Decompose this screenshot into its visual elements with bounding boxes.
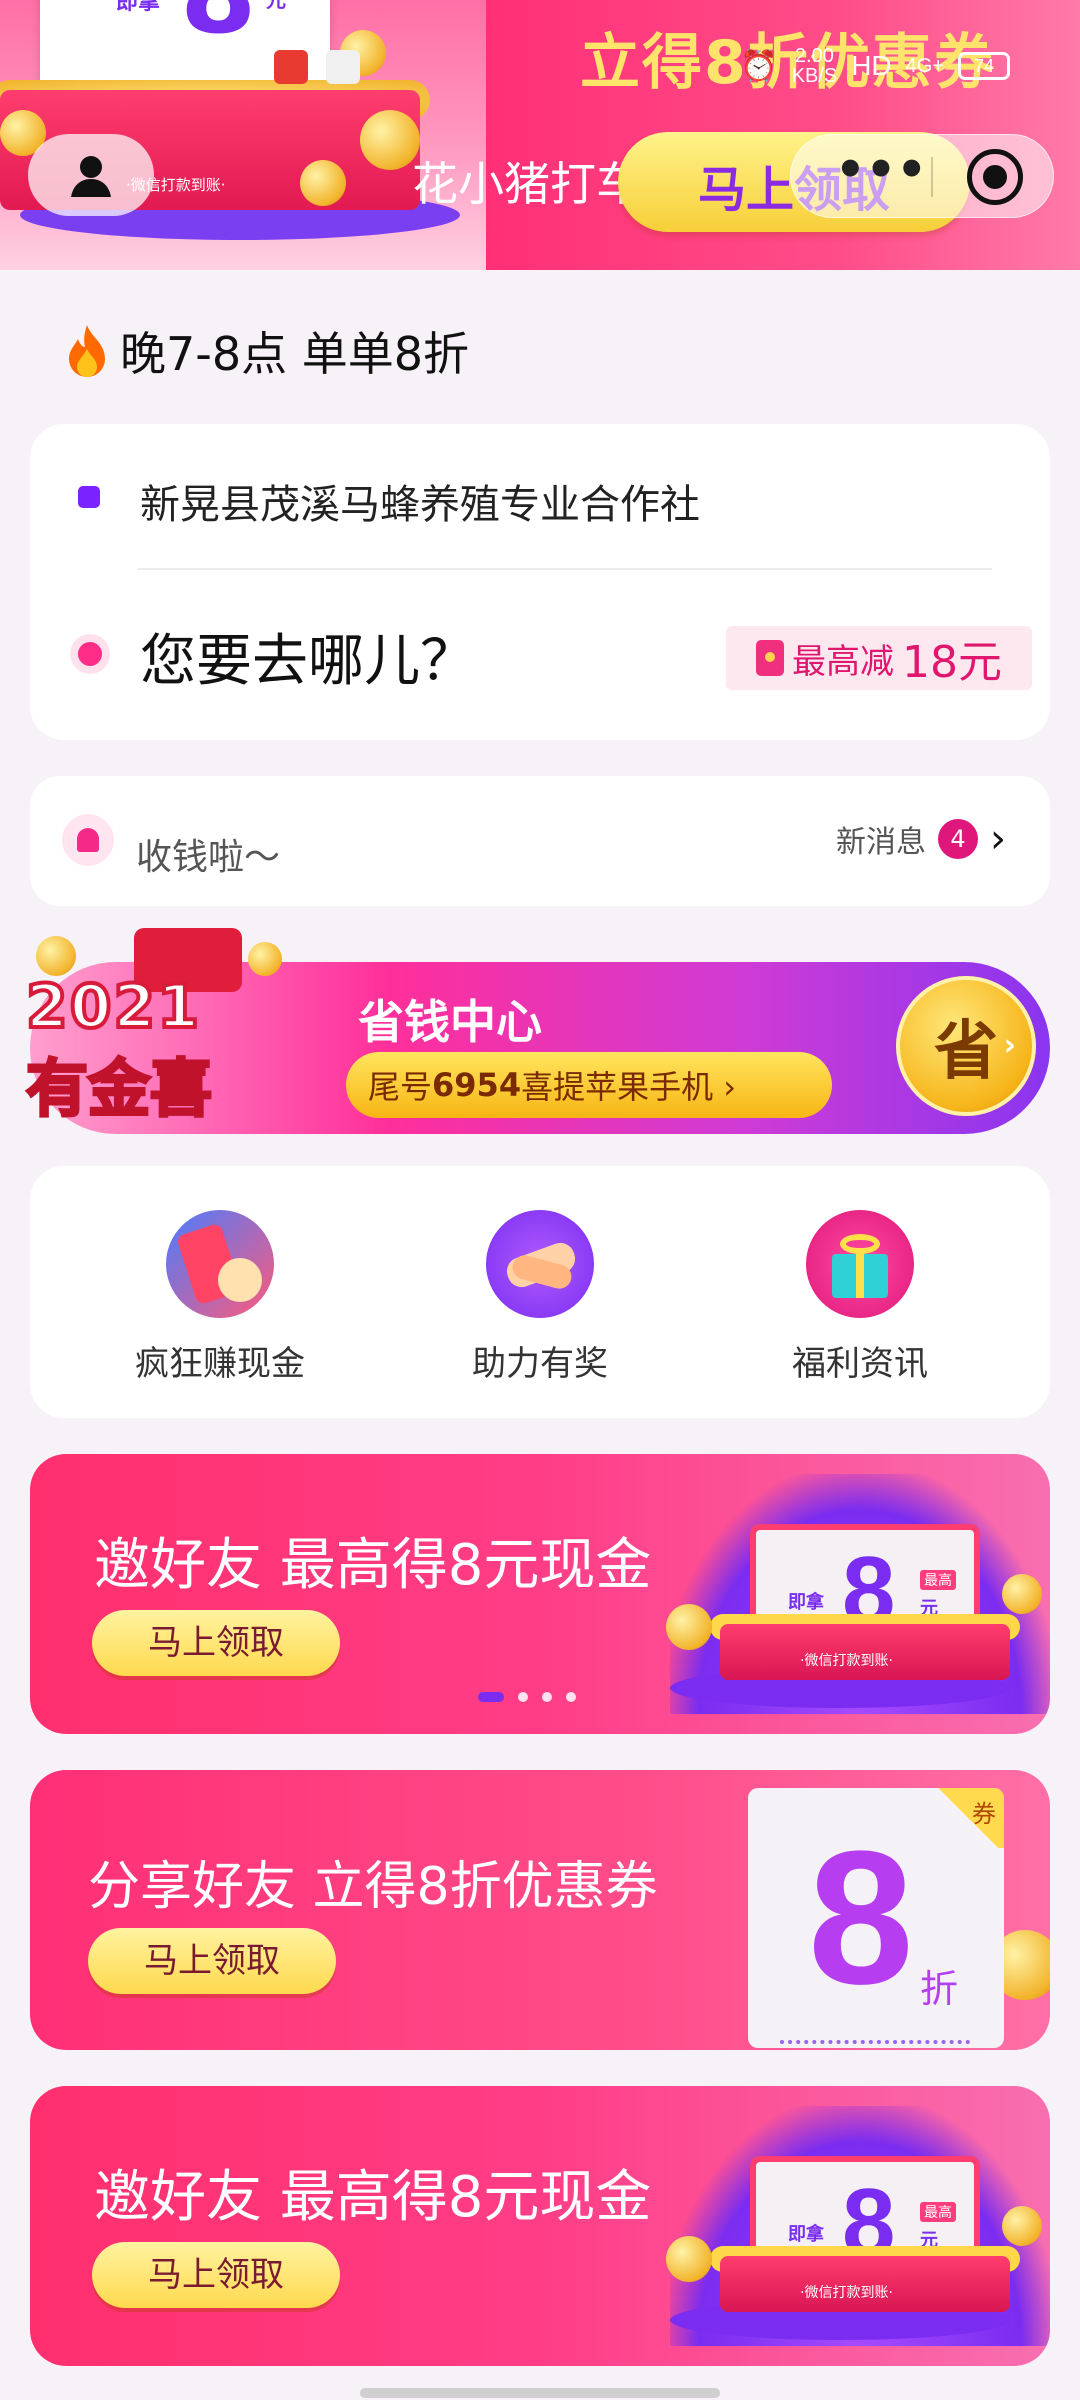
- message-bar[interactable]: 收钱啦～ 新消息 4 ›: [30, 776, 1050, 906]
- banner-button-label: 马上领取: [144, 1941, 280, 1981]
- coin-icon: [248, 942, 282, 976]
- promo-heading-text: 晚7-8点 单单8折: [120, 327, 470, 381]
- location-divider: [138, 568, 992, 570]
- new-messages-label: 新消息: [836, 825, 926, 860]
- coin-icon: [300, 160, 346, 206]
- feature-assist-reward[interactable]: 助力有奖: [390, 1210, 690, 1385]
- message-count-badge: 4: [938, 819, 978, 859]
- banner-button-label: 马上领取: [148, 2255, 284, 2295]
- coin-icon: [1002, 1574, 1042, 1614]
- coin-icon: [666, 2236, 712, 2282]
- status-time: 20:49: [156, 42, 247, 83]
- cash-ticket-icon: [166, 1210, 274, 1318]
- card-prefix: 即拿: [788, 1592, 824, 1613]
- alarm-icon: ⏰: [740, 49, 778, 83]
- handshake-icon: [486, 1210, 594, 1318]
- card-max-tag: 最高: [920, 2202, 956, 2222]
- status-right-cluster: ⏰ 2.00 KB/S HD 4G+ 74: [740, 46, 1010, 86]
- battery-icon: 74: [958, 52, 1010, 80]
- invite-friends-banner-2[interactable]: 邀好友 最高得8元现金 马上领取 即拿 8 最高 元 ·微信打款到账·: [30, 2086, 1050, 2366]
- discount-prefix: 最高减: [792, 641, 894, 682]
- card-sign: ·微信打款到账·: [800, 1653, 893, 1669]
- ticker-number: 6954: [432, 1066, 522, 1104]
- banner-get-button[interactable]: 马上领取: [92, 2242, 340, 2308]
- badge-year: 2021: [24, 970, 201, 1044]
- banner-title: 邀好友 最高得8元现金: [94, 2165, 652, 2230]
- discount-amount: 18元: [902, 637, 1002, 688]
- destination-marker-icon: [78, 642, 102, 666]
- save-coin-button[interactable]: 省 ›: [896, 976, 1036, 1116]
- card-max-tag: 最高: [920, 1570, 956, 1590]
- destination-input[interactable]: 您要去哪儿？: [140, 616, 476, 697]
- location-card: 新晃县茂溪马蜂养殖专业合作社 您要去哪儿？ 最高减 18元: [30, 424, 1050, 740]
- status-bar: 20:49 ⏰ 2.00 KB/S HD 4G+ 74: [0, 0, 1080, 130]
- card-prefix: 即拿: [788, 2224, 824, 2245]
- coin-icon: [666, 1604, 712, 1650]
- notification-icon: [326, 50, 360, 84]
- app-title: 花小猪打车: [412, 157, 642, 211]
- coupon-amount: 8: [808, 1812, 914, 2024]
- carousel-dot-active: [478, 1692, 504, 1702]
- envelope-illustration: 即拿 8 最高 元 ·微信打款到账·: [630, 1454, 1050, 1734]
- feature-label: 疯狂赚现金: [135, 1344, 305, 1384]
- music-app-icon: [274, 50, 308, 84]
- chevron-right-icon: ›: [990, 816, 1006, 862]
- feature-label: 福利资讯: [792, 1344, 928, 1384]
- promo-heading: 晚7-8点 单单8折: [64, 318, 469, 384]
- ticker-prefix: 尾号: [368, 1068, 433, 1106]
- target-icon[interactable]: [967, 149, 1023, 205]
- feature-crazy-cash[interactable]: 疯狂赚现金: [70, 1210, 370, 1385]
- badge-text: 有金喜: [24, 1051, 213, 1127]
- coupon-tag: 券: [932, 1788, 1004, 1848]
- envelope-illustration: 即拿 8 最高 元 ·微信打款到账·: [630, 2086, 1050, 2366]
- banner-get-button[interactable]: 马上领取: [92, 1610, 340, 1676]
- card-sign: ·微信打款到账·: [800, 2285, 893, 2301]
- fire-icon: [69, 325, 105, 377]
- message-text: 收钱啦～: [136, 837, 281, 878]
- savings-ticker[interactable]: 尾号 6954 喜提苹果手机 ›: [346, 1052, 832, 1118]
- coin-icon: [36, 936, 76, 976]
- banner-title: 分享好友 立得8折优惠券: [88, 1857, 658, 1917]
- hd-indicator: HD: [851, 50, 892, 81]
- capsule-divider: [931, 157, 933, 197]
- carousel-dot: [518, 1692, 528, 1702]
- feature-label: 助力有奖: [472, 1344, 608, 1384]
- signal-icon: 4G+: [905, 54, 944, 77]
- coupon-dashed-line: [780, 2040, 970, 2044]
- discount-badge: 最高减 18元: [726, 626, 1032, 690]
- banner-get-button[interactable]: 马上领取: [88, 1928, 336, 1994]
- coupon-card: 券 8 折: [748, 1788, 1004, 2048]
- bell-icon: [62, 814, 114, 866]
- home-indicator[interactable]: [360, 2388, 720, 2398]
- banner-title: 邀好友 最高得8元现金: [94, 1533, 652, 1598]
- more-dots-icon[interactable]: •••: [831, 135, 931, 219]
- coupon-unit: 折: [920, 1967, 959, 2011]
- 2021-badge: 2021 有金喜: [16, 928, 296, 1138]
- banner-button-label: 马上领取: [148, 1623, 284, 1663]
- carousel-indicator: [478, 1692, 576, 1702]
- savings-title: 省钱中心: [358, 995, 542, 1049]
- user-icon: [71, 156, 111, 197]
- user-profile-button[interactable]: [28, 134, 154, 216]
- carousel-dot: [542, 1692, 552, 1702]
- new-messages[interactable]: 新消息 4 ›: [836, 816, 1006, 862]
- save-coin-label: 省: [934, 1015, 998, 1089]
- coin-icon: [1002, 2206, 1042, 2246]
- ticker-suffix: 喜提苹果手机 ›: [521, 1068, 737, 1106]
- network-speed: 2.00 KB/S: [791, 45, 838, 87]
- features-card: 疯狂赚现金 助力有奖 福利资讯: [30, 1166, 1050, 1418]
- origin-marker-icon: [78, 486, 100, 508]
- gift-box-icon: [806, 1210, 914, 1318]
- feature-welfare-news[interactable]: 福利资讯: [710, 1210, 1010, 1385]
- chevron-right-icon: ›: [1003, 1028, 1016, 1063]
- red-packet-icon: [756, 640, 784, 676]
- origin-field[interactable]: 新晃县茂溪马蜂养殖专业合作社: [140, 472, 700, 530]
- miniapp-capsule: •••: [790, 134, 1054, 218]
- carousel-dot: [566, 1692, 576, 1702]
